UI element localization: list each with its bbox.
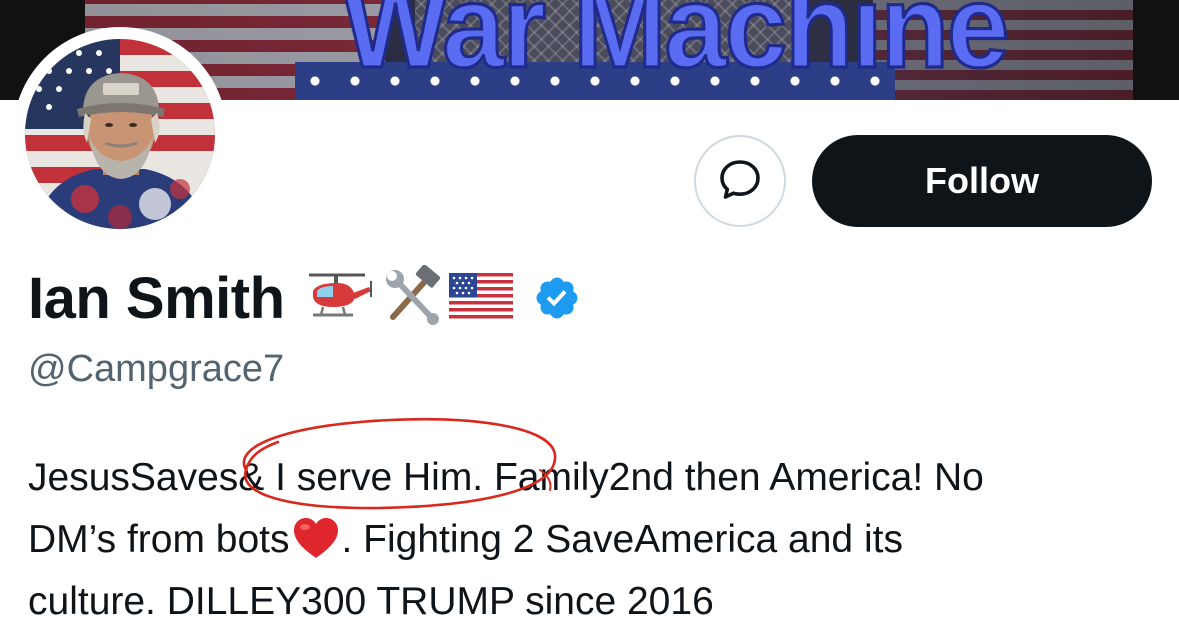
speech-bubble-icon (717, 156, 763, 207)
user-handle: @Campgrace7 (28, 348, 285, 390)
us-flag-icon (448, 272, 513, 324)
red-heart-icon (292, 516, 340, 579)
message-button[interactable] (694, 135, 786, 227)
name-emojis (303, 263, 513, 332)
banner-title: War Machine (341, 0, 1011, 94)
banner-image: War Machine (85, 0, 1133, 100)
bio-line-1: JesusSaves& I serve Him. Family2nd then … (28, 456, 984, 499)
follow-button-label: Follow (925, 160, 1039, 201)
avatar[interactable] (25, 39, 215, 229)
bio-line-2: DM’s from bots . Fighting 2 SaveAmerica a… (28, 509, 1158, 571)
hammer-and-wrench-icon (381, 263, 443, 332)
follow-button[interactable]: Follow (812, 135, 1152, 227)
bio-line-2-start: DM’s from bots (28, 518, 290, 561)
verified-badge-icon[interactable] (533, 274, 581, 322)
display-name-row: Ian Smith (28, 262, 581, 334)
helicopter-icon (303, 267, 375, 330)
bio-line-3: culture. DILLEY300 TRUMP since 2016 (28, 580, 714, 623)
display-name: Ian Smith (28, 265, 285, 331)
profile-page: War Machine Follow Ian Smith @Campgrace7… (0, 0, 1179, 643)
profile-bio: JesusSaves& I serve Him. Family2nd then … (28, 447, 1158, 633)
bio-line-2-end: . Fighting 2 SaveAmerica and its (341, 518, 903, 561)
